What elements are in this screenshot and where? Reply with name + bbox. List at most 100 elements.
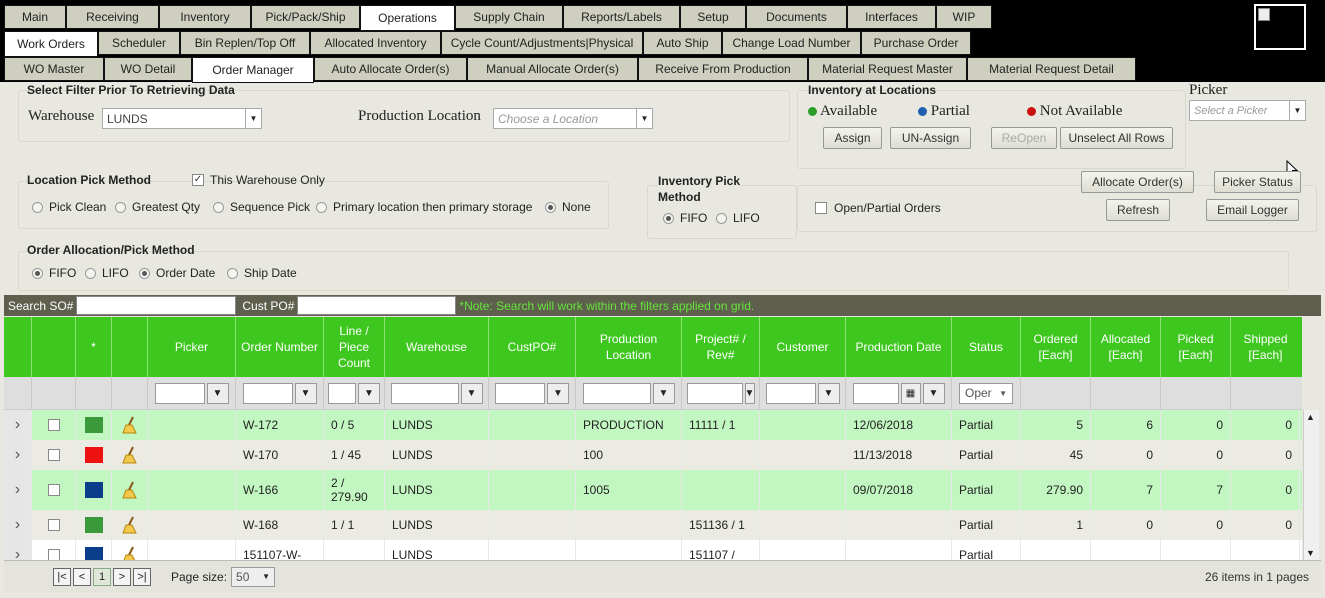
row-checkbox[interactable] [32, 510, 76, 540]
tab-setup[interactable]: Setup [680, 5, 746, 29]
filter-production-location-input[interactable] [582, 382, 651, 404]
this-warehouse-only-checkbox[interactable]: ✓ This Warehouse Only [192, 173, 325, 187]
radio-inventory-fifo[interactable]: FIFO [663, 211, 707, 225]
filter-icon[interactable]: ▼ [294, 382, 317, 404]
tab-auto-ship[interactable]: Auto Ship [643, 31, 722, 55]
calendar-icon[interactable]: ▦ [900, 382, 921, 404]
radio-ship-date[interactable]: Ship Date [227, 266, 297, 280]
tab-reports-labels[interactable]: Reports/Labels [563, 5, 680, 29]
filter-line-input[interactable] [328, 382, 356, 404]
row-checkbox[interactable] [32, 540, 76, 560]
filter-icon[interactable]: ▼ [744, 382, 755, 404]
header-cust-po[interactable]: CustPO# [489, 317, 576, 377]
checkbox-icon[interactable] [47, 449, 60, 461]
email-logger-button[interactable]: Email Logger [1206, 199, 1299, 221]
header-customer[interactable]: Customer [760, 317, 846, 377]
expand-row-icon[interactable]: › [4, 440, 32, 470]
header-production-date[interactable]: Production Date [846, 317, 952, 377]
warehouse-select[interactable]: LUNDS ▼ [102, 108, 262, 129]
filter-icon[interactable]: ▼ [358, 382, 380, 404]
current-page-button[interactable]: 1 [93, 567, 111, 586]
filter-custpo-input[interactable] [495, 382, 545, 404]
header-ordered[interactable]: Ordered [Each] [1021, 317, 1091, 377]
assign-button[interactable]: Assign [823, 127, 882, 149]
tab-main[interactable]: Main [4, 5, 66, 29]
first-page-icon[interactable]: |< [53, 567, 71, 586]
checkbox-icon[interactable] [47, 484, 60, 496]
table-row[interactable]: › 151107-W- LUNDS 151107 / Partial [4, 540, 1302, 560]
tab-wo-master[interactable]: WO Master [4, 57, 104, 81]
tab-manual-allocate[interactable]: Manual Allocate Order(s) [467, 57, 638, 81]
filter-icon[interactable]: ▼ [206, 382, 229, 404]
row-checkbox[interactable] [32, 440, 76, 470]
table-row[interactable]: › W-168 1 / 1 LUNDS 151136 / 1 Partial 1 0 0 0 [4, 510, 1302, 540]
tab-receiving[interactable]: Receiving [66, 5, 159, 29]
table-row[interactable]: › W-172 0 / 5 LUNDS PRODUCTION 11111 / 1 12/06… [4, 410, 1302, 440]
unassign-button[interactable]: UN-Assign [890, 127, 971, 149]
radio-sequence-pick[interactable]: Sequence Pick [213, 200, 310, 214]
search-so-input[interactable] [76, 296, 237, 315]
tab-work-orders[interactable]: Work Orders [4, 31, 98, 57]
filter-icon[interactable]: ▼ [652, 382, 675, 404]
tab-bin-replen[interactable]: Bin Replen/Top Off [180, 31, 310, 55]
broom-icon[interactable] [112, 510, 148, 540]
filter-date-input[interactable] [852, 382, 899, 404]
tab-receive-from-production[interactable]: Receive From Production [638, 57, 808, 81]
tab-documents[interactable]: Documents [746, 5, 847, 29]
header-allocated[interactable]: Allocated [Each] [1091, 317, 1161, 377]
production-location-select[interactable]: Choose a Location ▼ [493, 108, 653, 129]
scroll-down-icon[interactable]: ▼ [1306, 548, 1315, 558]
radio-order-fifo[interactable]: FIFO [32, 266, 76, 280]
scroll-up-icon[interactable]: ▲ [1306, 412, 1315, 422]
tab-cycle-count[interactable]: Cycle Count/Adjustments|Physical [441, 31, 643, 55]
expand-row-icon[interactable]: › [4, 410, 32, 440]
tab-inventory[interactable]: Inventory [159, 5, 251, 29]
tab-pick-pack-ship[interactable]: Pick/Pack/Ship [251, 5, 360, 29]
broom-icon[interactable] [112, 410, 148, 440]
picker-status-button[interactable]: Picker Status [1214, 171, 1301, 193]
checkbox-icon[interactable] [47, 549, 60, 560]
vertical-scrollbar[interactable]: ▲ ▼ [1303, 410, 1319, 560]
radio-none[interactable]: None [545, 200, 591, 214]
expand-row-icon[interactable]: › [4, 510, 32, 540]
header-order-number[interactable]: Order Number [236, 317, 324, 377]
header-line-piece-count[interactable]: Line / Piece Count [324, 317, 385, 377]
tab-order-manager[interactable]: Order Manager [192, 57, 314, 83]
broom-icon[interactable] [112, 470, 148, 510]
reopen-button[interactable]: ReOpen [991, 127, 1057, 149]
tab-scheduler[interactable]: Scheduler [98, 31, 180, 55]
last-page-icon[interactable]: >| [133, 567, 151, 586]
radio-primary-location[interactable]: Primary location then primary storage [316, 200, 532, 214]
radio-order-date[interactable]: Order Date [139, 266, 215, 280]
filter-project-input[interactable] [686, 382, 743, 404]
tab-supply-chain[interactable]: Supply Chain [455, 5, 563, 29]
tab-interfaces[interactable]: Interfaces [847, 5, 936, 29]
filter-icon[interactable]: ▼ [547, 382, 569, 404]
header-production-location[interactable]: Production Location [576, 317, 682, 377]
filter-warehouse-input[interactable] [390, 382, 459, 404]
tab-auto-allocate[interactable]: Auto Allocate Order(s) [314, 57, 467, 81]
filter-order-number-input[interactable] [242, 382, 293, 404]
row-checkbox[interactable] [32, 410, 76, 440]
broom-icon[interactable] [112, 540, 148, 560]
tab-wip[interactable]: WIP [936, 5, 992, 29]
tab-change-load-number[interactable]: Change Load Number [722, 31, 861, 55]
table-row[interactable]: › W-166 2 / 279.90 LUNDS 1005 09/07/2018 Parti… [4, 470, 1302, 510]
prev-page-icon[interactable]: < [73, 567, 91, 586]
expand-row-icon[interactable]: › [4, 470, 32, 510]
radio-inventory-lifo[interactable]: LIFO [716, 211, 760, 225]
tab-wo-detail[interactable]: WO Detail [104, 57, 192, 81]
allocate-orders-button[interactable]: Allocate Order(s) [1081, 171, 1194, 193]
radio-pick-clean[interactable]: Pick Clean [32, 200, 106, 214]
unselect-all-rows-button[interactable]: Unselect All Rows [1060, 127, 1173, 149]
tab-purchase-order[interactable]: Purchase Order [861, 31, 971, 55]
refresh-button[interactable]: Refresh [1106, 199, 1170, 221]
filter-icon[interactable]: ▼ [922, 382, 945, 404]
filter-icon[interactable]: ▼ [460, 382, 483, 404]
filter-status-select[interactable]: Oper ▼ [959, 382, 1013, 404]
cust-po-input[interactable] [297, 296, 457, 315]
tab-operations[interactable]: Operations [360, 5, 455, 31]
radio-order-lifo[interactable]: LIFO [85, 266, 129, 280]
header-star[interactable]: * [76, 317, 112, 377]
header-project-rev[interactable]: Project# / Rev# [682, 317, 760, 377]
